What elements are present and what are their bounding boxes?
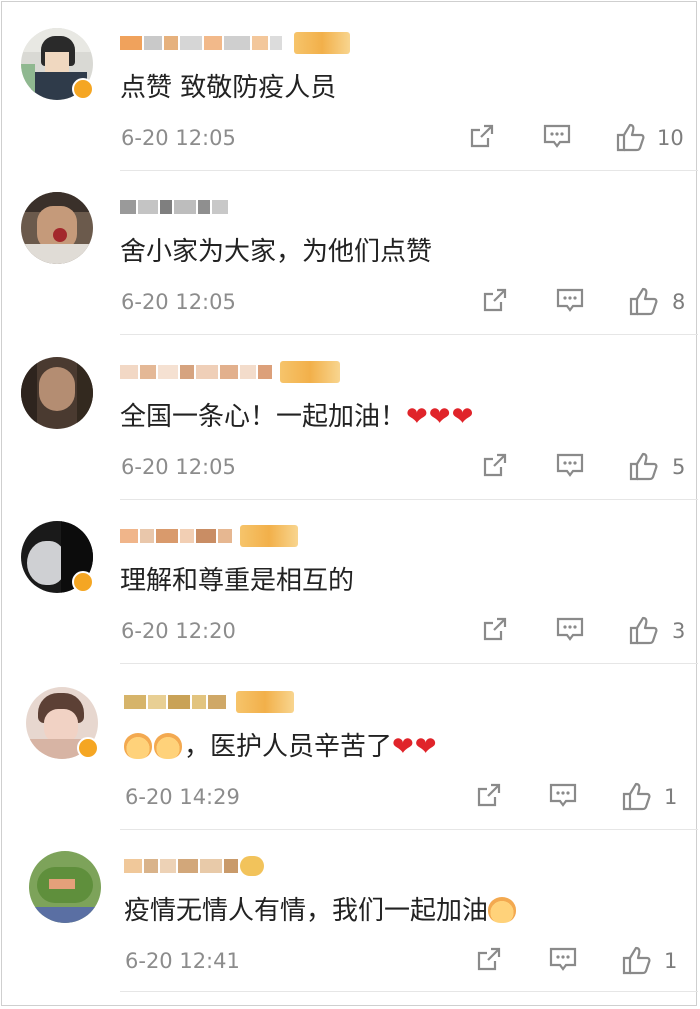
share-icon[interactable]: [481, 615, 509, 645]
user-level-badge: [280, 361, 340, 383]
username[interactable]: [120, 196, 228, 218]
verified-badge-icon: [72, 571, 94, 593]
thumbs-up-icon[interactable]: [628, 286, 660, 316]
thumbs-up-icon[interactable]: [628, 615, 660, 645]
like-count: 1: [664, 785, 678, 809]
user-level-badge: [294, 32, 350, 54]
username[interactable]: [124, 855, 264, 877]
user-level-badge: [240, 525, 298, 547]
comment-text: 点赞 致敬防疫人员: [120, 73, 337, 103]
username[interactable]: [120, 525, 298, 547]
divider: [120, 499, 698, 500]
avatar[interactable]: [21, 357, 93, 429]
clap-hands-emoji-icon: [154, 733, 182, 759]
comment-time: 6-20 12:05: [121, 290, 236, 314]
comment-time: 6-20 14:29: [125, 785, 240, 809]
comment-time: 6-20 12:41: [125, 949, 240, 973]
thumbs-up-icon[interactable]: [628, 451, 660, 481]
divider: [120, 991, 698, 992]
comment-icon[interactable]: [548, 781, 578, 811]
comment-time: 6-20 12:05: [121, 126, 236, 150]
comment-time: 6-20 12:05: [121, 455, 236, 479]
username[interactable]: [124, 691, 294, 713]
comment-text: 理解和尊重是相互的: [120, 566, 355, 596]
like-count: 1: [664, 949, 678, 973]
comment-icon[interactable]: [555, 286, 585, 316]
like-count: 3: [672, 619, 686, 643]
share-icon[interactable]: [475, 781, 503, 811]
share-icon[interactable]: [481, 451, 509, 481]
divider: [120, 170, 698, 171]
like-count: 10: [657, 126, 684, 150]
heart-emoji-icon: ❤❤❤: [406, 402, 475, 432]
comment-time: 6-20 12:20: [121, 619, 236, 643]
comment-text: 疫情无情人有情，我们一起加油: [124, 894, 518, 928]
heart-emoji-icon: ❤❤: [392, 732, 438, 762]
user-level-badge: [236, 691, 294, 713]
thumbs-up-icon[interactable]: [615, 122, 647, 152]
comment-icon[interactable]: [542, 122, 572, 152]
share-icon[interactable]: [468, 122, 496, 152]
divider: [120, 334, 698, 335]
comment-text: 全国一条心！一起加油！❤❤❤: [120, 402, 475, 432]
share-icon[interactable]: [475, 945, 503, 975]
divider: [120, 829, 698, 830]
verified-badge-icon: [77, 737, 99, 759]
comment-icon[interactable]: [548, 945, 578, 975]
clap-hands-emoji-icon: [124, 733, 152, 759]
like-count: 5: [672, 455, 686, 479]
clap-hands-emoji-icon: [488, 897, 517, 923]
comment-list: 点赞 致敬防疫人员 6-20 12:05 10 舍小家为大家，为他们点赞 6-2…: [1, 1, 698, 1006]
comment-icon[interactable]: [555, 615, 585, 645]
share-icon[interactable]: [481, 286, 509, 316]
comment-icon[interactable]: [555, 451, 585, 481]
thumbs-up-icon[interactable]: [621, 781, 653, 811]
divider: [120, 663, 698, 664]
thumbs-up-icon[interactable]: [621, 945, 653, 975]
verified-badge-icon: [72, 78, 94, 100]
avatar[interactable]: [29, 851, 101, 923]
comment-text: 舍小家为大家，为他们点赞: [120, 237, 433, 267]
avatar[interactable]: [21, 192, 93, 264]
username[interactable]: [120, 361, 340, 383]
like-count: 8: [672, 290, 686, 314]
username[interactable]: [120, 32, 350, 54]
comment-text: ，医护人员辛苦了❤❤: [124, 730, 438, 764]
